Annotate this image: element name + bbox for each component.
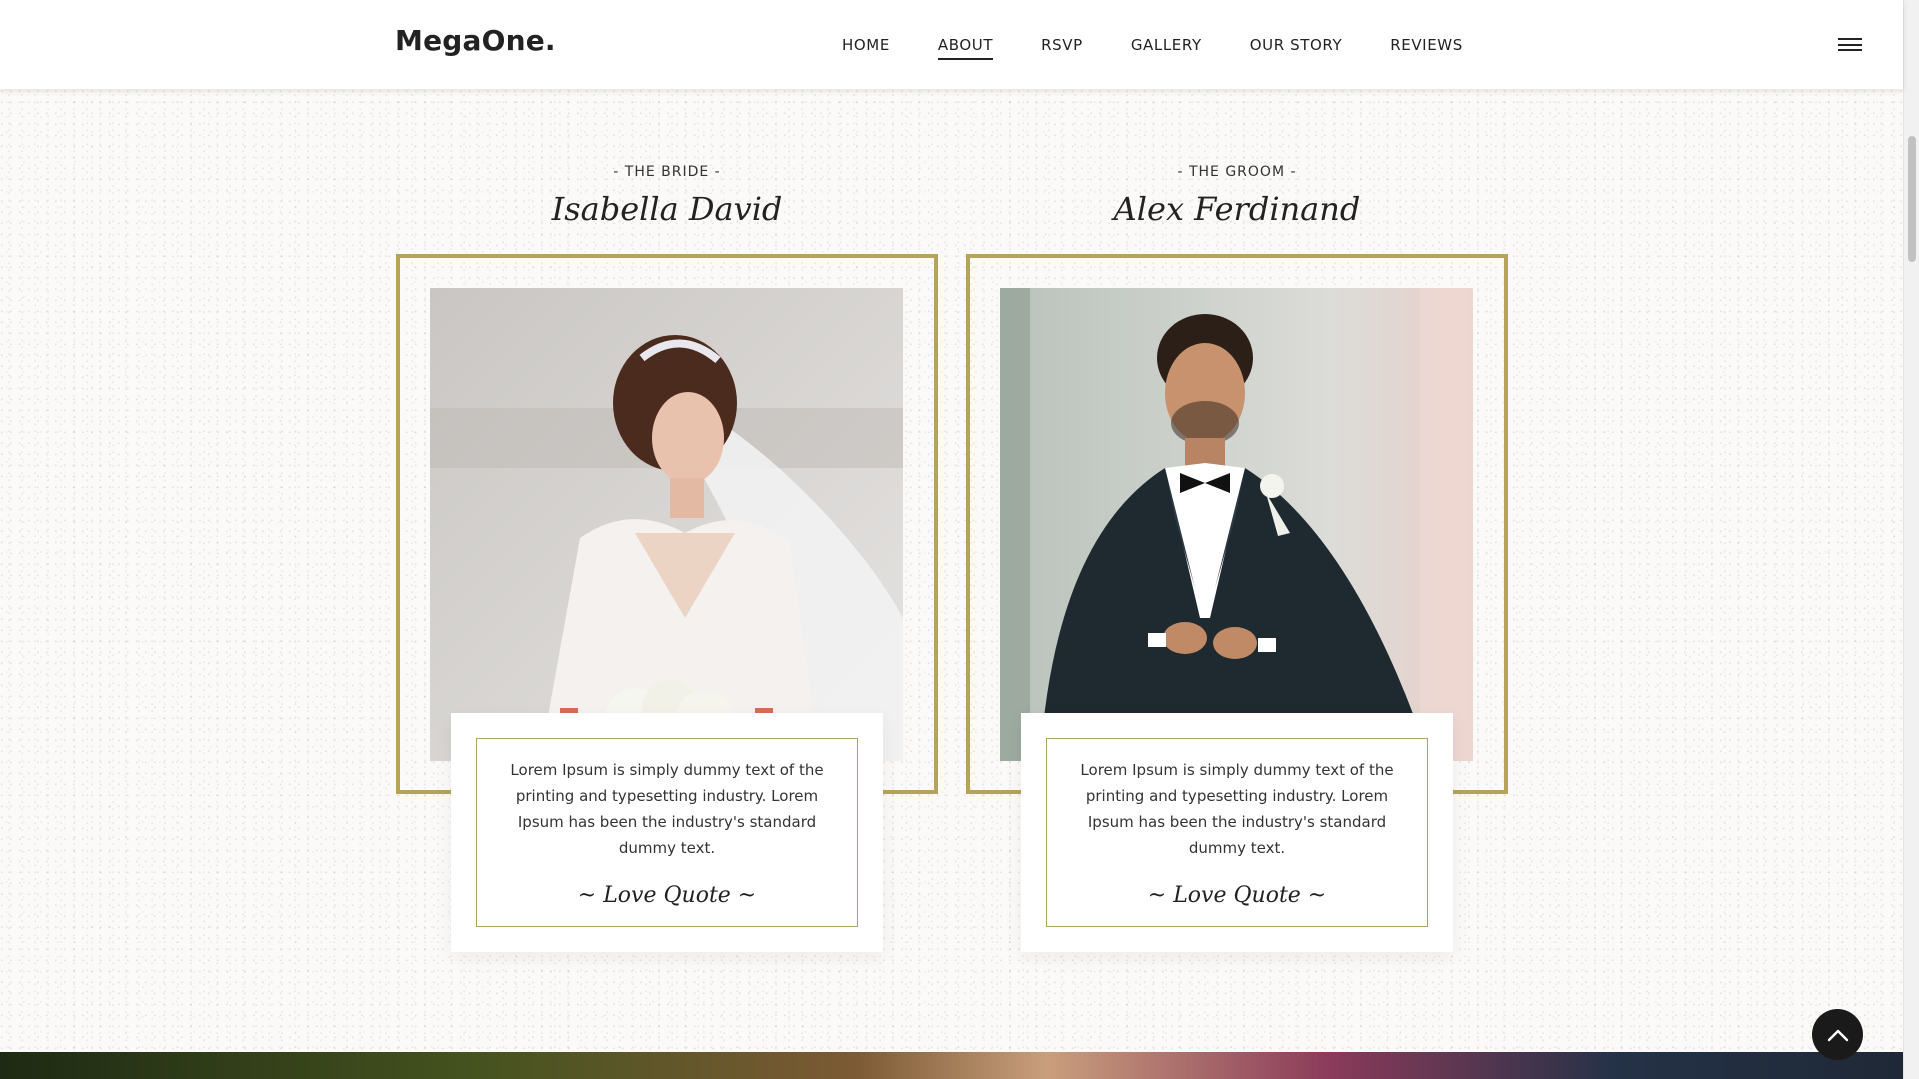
main-nav: HOME ABOUT RSVP GALLERY OUR STORY REVIEW… xyxy=(842,36,1511,60)
bride-quote-signature: ~ Love Quote ~ xyxy=(577,883,757,908)
hamburger-icon[interactable] xyxy=(1838,38,1862,51)
bride-photo xyxy=(430,288,903,761)
nav-our-story[interactable]: OUR STORY xyxy=(1250,36,1343,60)
groom-photo-illustration xyxy=(1000,288,1473,761)
hamburger-line xyxy=(1838,43,1862,46)
next-section-banner-image xyxy=(0,1052,1903,1079)
nav-gallery[interactable]: GALLERY xyxy=(1131,36,1202,60)
groom-role-label: - THE GROOM - xyxy=(1177,164,1297,180)
scrollbar-thumb[interactable] xyxy=(1908,136,1916,262)
nav-reviews[interactable]: REVIEWS xyxy=(1390,36,1463,60)
bride-quote-text: Lorem Ipsum is simply dummy text of the … xyxy=(510,761,824,857)
back-to-top-button[interactable] xyxy=(1812,1009,1863,1060)
nav-about[interactable]: ABOUT xyxy=(937,36,994,60)
bride-quote-border: Lorem Ipsum is simply dummy text of the … xyxy=(476,738,858,927)
groom-section: - THE GROOM - Alex Ferdinand Lorem Ipsum… xyxy=(966,164,1508,952)
groom-name: Alex Ferdinand xyxy=(1113,190,1361,228)
bride-name: Isabella David xyxy=(551,190,783,228)
nav-home[interactable]: HOME xyxy=(842,36,890,60)
bride-photo-illustration xyxy=(430,288,903,761)
groom-quote-text: Lorem Ipsum is simply dummy text of the … xyxy=(1080,761,1394,857)
hamburger-line xyxy=(1838,49,1862,51)
groom-photo xyxy=(1000,288,1473,761)
site-logo[interactable]: MegaOne. xyxy=(395,24,556,57)
vertical-scrollbar[interactable] xyxy=(1903,0,1919,1079)
bride-section: - THE BRIDE - Isabella David Lorem Ipsum… xyxy=(396,164,938,952)
bride-role-label: - THE BRIDE - xyxy=(613,164,721,180)
groom-quote-border: Lorem Ipsum is simply dummy text of the … xyxy=(1046,738,1428,927)
groom-quote-card: Lorem Ipsum is simply dummy text of the … xyxy=(1021,713,1453,952)
hamburger-line xyxy=(1838,38,1862,40)
groom-quote-signature: ~ Love Quote ~ xyxy=(1147,883,1327,908)
site-header: MegaOne. HOME ABOUT RSVP GALLERY OUR STO… xyxy=(0,0,1903,89)
chevron-up-icon xyxy=(1827,1029,1848,1041)
bride-quote-card: Lorem Ipsum is simply dummy text of the … xyxy=(451,713,883,952)
nav-rsvp[interactable]: RSVP xyxy=(1041,36,1083,60)
